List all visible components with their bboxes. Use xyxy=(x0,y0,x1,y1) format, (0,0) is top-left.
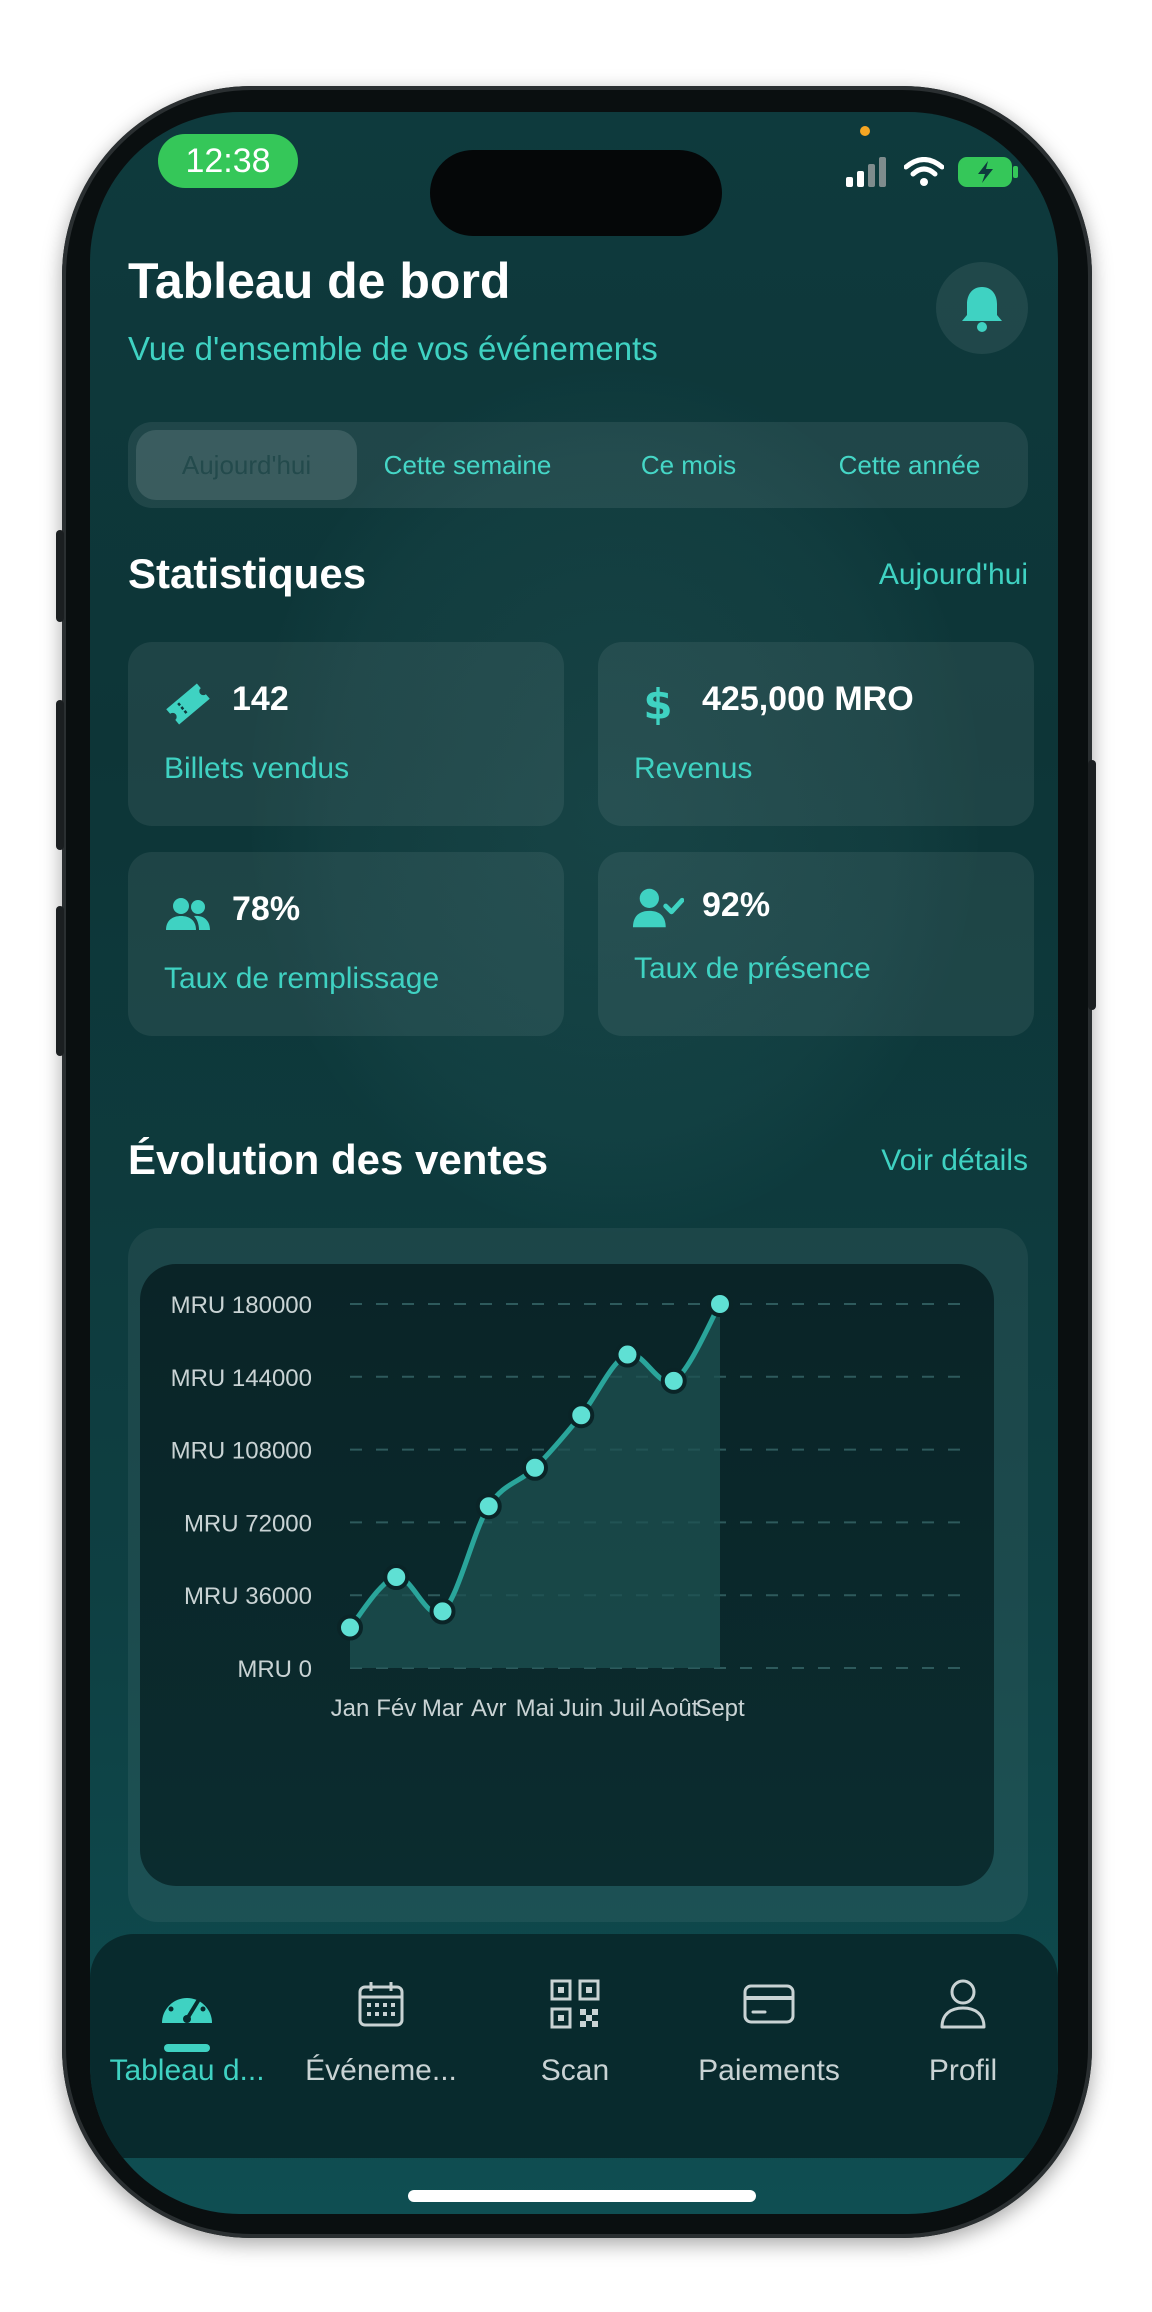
side-button xyxy=(56,700,64,850)
x-tick-label: Fév xyxy=(376,1695,416,1722)
sales-chart-svg: MRU 0 MRU 36000 MRU 72000 MRU 108000 MRU 144… xyxy=(171,1291,970,1722)
side-button xyxy=(1088,760,1096,1010)
nav-label: Profil xyxy=(928,2054,998,2087)
user-check-icon xyxy=(632,882,684,934)
notifications-button[interactable] xyxy=(936,262,1028,354)
x-tick-label: Juil xyxy=(609,1695,645,1722)
x-tick-label: Août xyxy=(649,1695,699,1722)
calendar-icon xyxy=(284,1974,478,2034)
stats-period-label[interactable]: Aujourd'hui xyxy=(879,558,1028,592)
nav-label: Paiements xyxy=(698,2054,840,2087)
dashboard-icon xyxy=(90,1974,284,2034)
stat-card-attendance[interactable]: 92% Taux de présence xyxy=(598,852,1034,1036)
nav-label: Scan xyxy=(540,2054,610,2087)
side-button xyxy=(56,530,64,622)
nav-label: Événeme... xyxy=(305,2054,457,2087)
tab-today[interactable]: Aujourd'hui xyxy=(136,430,357,500)
sales-chart: MRU 0 MRU 36000 MRU 72000 MRU 108000 MRU 144… xyxy=(140,1264,994,1886)
qr-code-icon xyxy=(478,1974,672,2034)
stat-value: 92% xyxy=(702,886,771,924)
x-tick-label: Mai xyxy=(516,1695,555,1722)
stat-label: Taux de présence xyxy=(634,952,871,985)
tab-this-week[interactable]: Cette semaine xyxy=(357,430,578,500)
battery-icon xyxy=(958,157,1018,187)
privacy-indicator xyxy=(860,126,870,136)
data-point xyxy=(660,1367,687,1394)
y-tick-label: MRU 180000 xyxy=(171,1292,312,1319)
signal-icon xyxy=(846,157,886,187)
sales-area-fill xyxy=(350,1304,720,1668)
user-icon xyxy=(866,1974,1058,2034)
stat-card-revenue[interactable]: $ 425,000 MRO Revenus xyxy=(598,642,1034,826)
x-tick-label: Sept xyxy=(695,1695,745,1722)
y-tick-label: MRU 36000 xyxy=(184,1583,312,1610)
page-title: Tableau de bord xyxy=(128,253,511,309)
stat-label: Taux de remplissage xyxy=(164,962,440,995)
users-icon xyxy=(162,888,214,940)
x-tick-label: Juin xyxy=(559,1695,603,1722)
period-tabs: Aujourd'hui Cette semaine Ce mois Cette … xyxy=(128,422,1028,508)
status-time: 12:38 xyxy=(158,134,298,188)
ticket-icon xyxy=(162,678,214,730)
nav-label: Tableau d... xyxy=(109,2054,265,2087)
x-tick-label: Mar xyxy=(422,1695,463,1722)
nav-item-scan[interactable]: Scan xyxy=(478,1974,672,2088)
tab-this-month[interactable]: Ce mois xyxy=(578,430,799,500)
data-point xyxy=(475,1493,502,1520)
bell-icon xyxy=(962,287,1002,332)
stat-label: Billets vendus xyxy=(164,752,350,785)
nav-item-profile[interactable]: Profil xyxy=(866,1974,1058,2088)
side-button xyxy=(56,906,64,1056)
active-tab-indicator xyxy=(164,2044,210,2052)
nav-item-dashboard[interactable]: Tableau d... xyxy=(90,1974,284,2088)
y-tick-label: MRU 0 xyxy=(237,1656,312,1683)
wifi-icon xyxy=(904,157,944,186)
x-tick-label: Avr xyxy=(471,1695,507,1722)
dollar-icon: $ xyxy=(643,679,673,729)
nav-item-payments[interactable]: Paiements xyxy=(672,1974,866,2088)
status-icons xyxy=(846,152,1020,192)
nav-item-events[interactable]: Événeme... xyxy=(284,1974,478,2088)
sales-details-link[interactable]: Voir détails xyxy=(881,1144,1028,1178)
tab-this-year[interactable]: Cette année xyxy=(799,430,1020,500)
data-point xyxy=(429,1598,456,1625)
page-subtitle: Vue d'ensemble de vos événements xyxy=(128,330,658,367)
stat-card-tickets[interactable]: 142 Billets vendus xyxy=(128,642,564,826)
data-point xyxy=(614,1341,641,1368)
stat-label: Revenus xyxy=(634,752,753,785)
x-tick-label: Jan xyxy=(331,1695,370,1722)
stat-value: 78% xyxy=(232,890,301,928)
stat-value: 425,000 MRO xyxy=(702,680,914,718)
y-tick-label: MRU 144000 xyxy=(171,1365,312,1392)
sales-section-title: Évolution des ventes xyxy=(128,1136,549,1183)
dynamic-island xyxy=(430,150,722,236)
credit-card-icon xyxy=(672,1974,866,2034)
data-point xyxy=(337,1614,363,1641)
y-tick-label: MRU 108000 xyxy=(171,1438,312,1465)
data-point xyxy=(568,1402,595,1429)
y-tick-label: MRU 72000 xyxy=(184,1510,312,1537)
data-point xyxy=(707,1291,733,1317)
stat-card-fill-rate[interactable]: 78% Taux de remplissage xyxy=(128,852,564,1036)
data-point xyxy=(383,1564,410,1590)
home-indicator[interactable] xyxy=(408,2190,756,2202)
bottom-navigation: Tableau d... Événeme... Scan Paiements P… xyxy=(90,1934,1058,2158)
data-point xyxy=(522,1454,548,1481)
stats-section-title: Statistiques xyxy=(128,550,367,597)
stat-value: 142 xyxy=(232,680,289,718)
app-screen: 12:38 Tableau de bord Vue d'ensemble de … xyxy=(90,112,1058,2214)
